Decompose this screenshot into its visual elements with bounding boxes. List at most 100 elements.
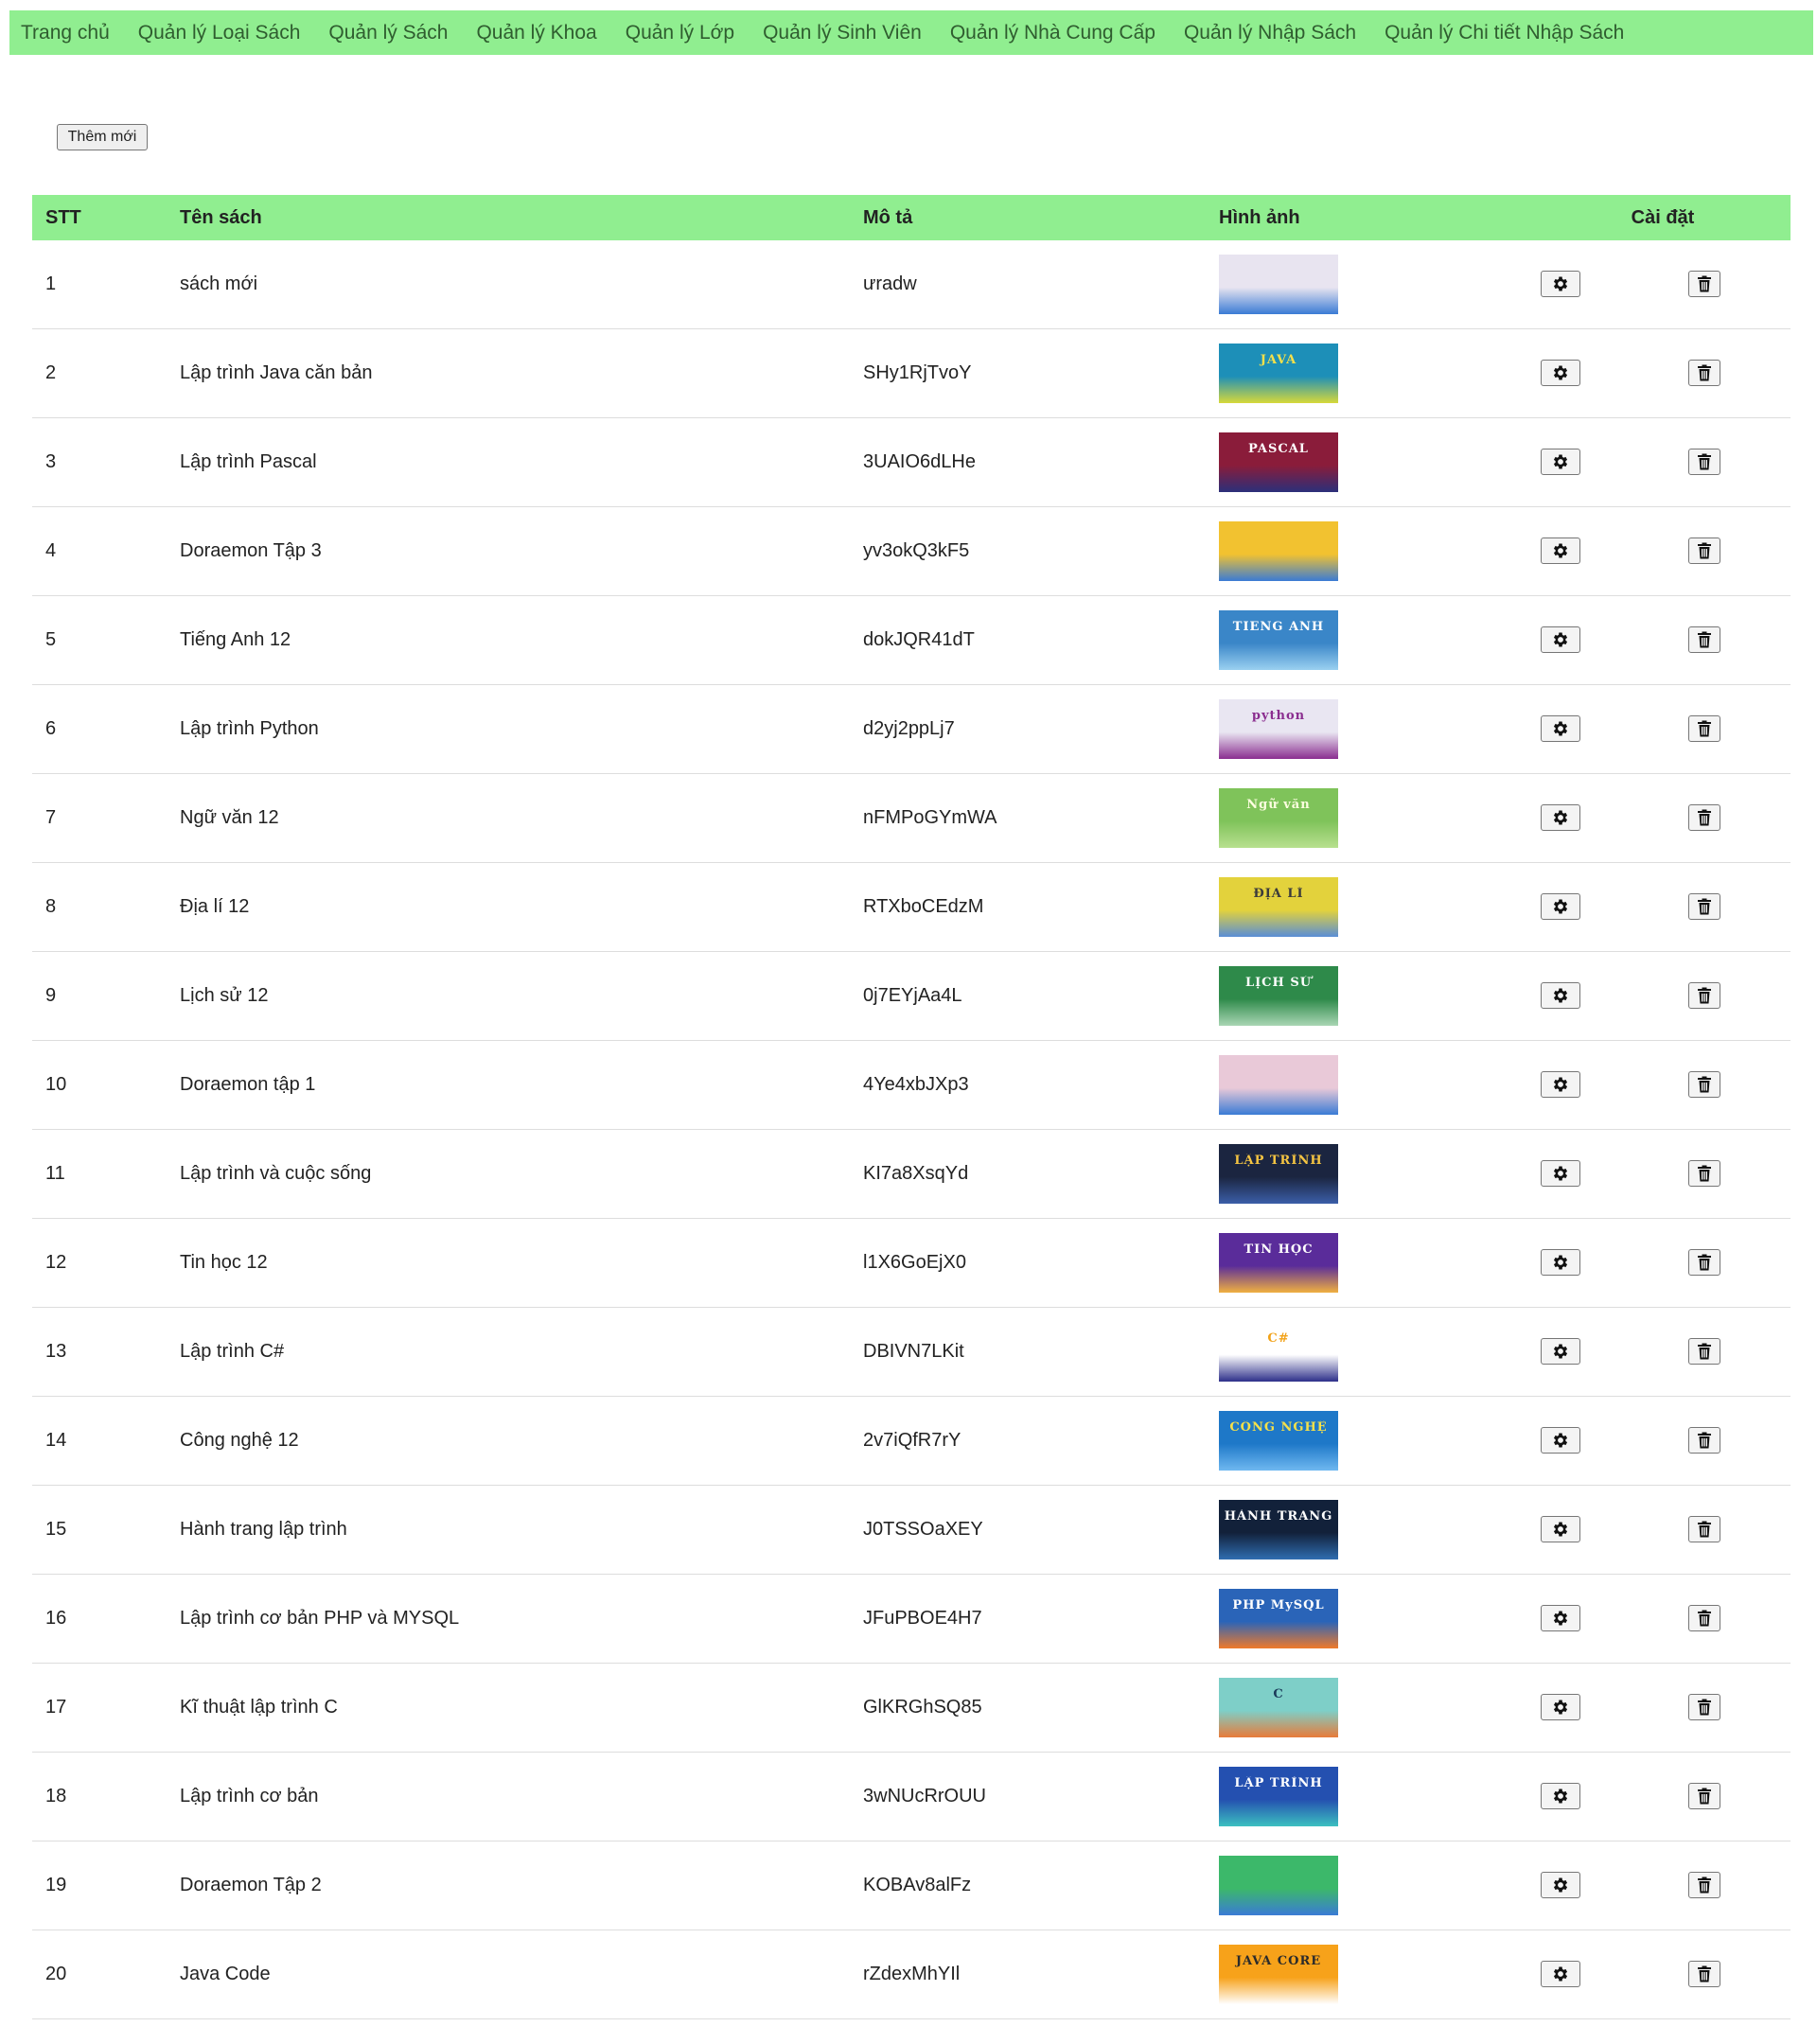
edit-button[interactable] [1541, 1960, 1580, 1987]
book-cover-text: JAVA [1260, 353, 1297, 367]
cell-book-name: Lập trình Python [167, 684, 850, 774]
delete-button[interactable] [1688, 1694, 1720, 1720]
book-cover-image: C# [1219, 1322, 1338, 1382]
cell-book-name: Doraemon Tập 2 [167, 1841, 850, 1930]
nav-item-4[interactable]: Quản lý Lớp [626, 22, 734, 44]
edit-button[interactable] [1541, 892, 1580, 920]
delete-button[interactable] [1688, 804, 1720, 831]
nav-item-5[interactable]: Quản lý Sinh Viên [763, 22, 922, 44]
table-row: 17 Kĩ thuật lập trình C GlKRGhSQ85 C [32, 1663, 1791, 1753]
delete-button[interactable] [1688, 1605, 1720, 1631]
edit-button[interactable] [1541, 1426, 1580, 1454]
edit-button[interactable] [1541, 1871, 1580, 1898]
edit-button[interactable] [1541, 448, 1580, 475]
delete-button[interactable] [1688, 982, 1720, 1009]
cell-edit [1522, 773, 1662, 863]
cell-edit [1522, 1752, 1662, 1841]
cell-edit [1522, 417, 1662, 507]
nav-item-7[interactable]: Quản lý Nhập Sách [1184, 22, 1356, 44]
gear-icon [1551, 630, 1570, 649]
gear-icon [1551, 1520, 1570, 1539]
cell-edit [1522, 1574, 1662, 1664]
cell-stt: 8 [32, 862, 167, 952]
cell-description: d2yj2ppLj7 [850, 684, 1206, 774]
delete-button[interactable] [1688, 1516, 1720, 1542]
edit-button[interactable] [1541, 1337, 1580, 1365]
cell-description: nFMPoGYmWA [850, 773, 1206, 863]
edit-button[interactable] [1541, 1693, 1580, 1720]
delete-button[interactable] [1688, 449, 1720, 475]
delete-button[interactable] [1688, 626, 1720, 653]
cell-delete [1662, 951, 1791, 1041]
delete-button[interactable] [1688, 1961, 1720, 1987]
cell-delete [1662, 1307, 1791, 1397]
cell-delete [1662, 684, 1791, 774]
table-row: 19 Doraemon Tập 2 KOBAv8alFz [32, 1841, 1791, 1930]
edit-button[interactable] [1541, 270, 1580, 297]
table-row: 18 Lập trình cơ bản 3wNUcRrOUU LẬP TRÌNH [32, 1752, 1791, 1841]
cell-delete [1662, 1574, 1791, 1664]
edit-button[interactable] [1541, 1515, 1580, 1542]
nav-item-2[interactable]: Quản lý Sách [328, 22, 448, 44]
delete-button[interactable] [1688, 1872, 1720, 1898]
cell-delete [1662, 1218, 1791, 1308]
nav-item-0[interactable]: Trang chủ [21, 22, 110, 44]
nav-item-3[interactable]: Quản lý Khoa [476, 22, 596, 44]
edit-button[interactable] [1541, 1604, 1580, 1631]
table-row: 12 Tin học 12 l1X6GoEjX0 TIN HỌC [32, 1218, 1791, 1308]
book-cover-image: LẬP TRÌNH [1219, 1767, 1338, 1826]
edit-button[interactable] [1541, 537, 1580, 564]
delete-button[interactable] [1688, 537, 1720, 564]
edit-button[interactable] [1541, 714, 1580, 742]
col-header-description: Mô tả [863, 206, 913, 228]
delete-button[interactable] [1688, 893, 1720, 920]
nav-item-6[interactable]: Quản lý Nhà Cung Cấp [950, 22, 1155, 44]
delete-button[interactable] [1688, 1427, 1720, 1454]
delete-button[interactable] [1688, 360, 1720, 386]
delete-button[interactable] [1688, 1071, 1720, 1098]
delete-button[interactable] [1688, 715, 1720, 742]
edit-button[interactable] [1541, 626, 1580, 653]
edit-button[interactable] [1541, 1782, 1580, 1809]
nav-item-8[interactable]: Quản lý Chi tiết Nhập Sách [1385, 22, 1624, 44]
edit-button[interactable] [1541, 359, 1580, 386]
nav-item-1[interactable]: Quản lý Loại Sách [138, 22, 301, 44]
gear-icon [1551, 1965, 1570, 1983]
book-cover-image [1219, 255, 1338, 314]
delete-button[interactable] [1688, 1783, 1720, 1809]
cell-image: LỊCH SỬ [1206, 951, 1522, 1041]
gear-icon [1551, 363, 1570, 382]
book-cover-text: JAVA CORE [1235, 1954, 1322, 1968]
trash-icon [1697, 275, 1712, 292]
delete-button[interactable] [1688, 1249, 1720, 1276]
cell-edit [1522, 1396, 1662, 1486]
add-new-button[interactable]: Thêm mới [57, 124, 148, 150]
cell-description: GlKRGhSQ85 [850, 1663, 1206, 1753]
trash-icon [1697, 1432, 1712, 1449]
edit-button[interactable] [1541, 1248, 1580, 1276]
cell-book-name: Công nghệ 12 [167, 1396, 850, 1486]
book-cover-text: HÀNH TRANG [1224, 1509, 1333, 1524]
cell-delete [1662, 1485, 1791, 1575]
cell-image: C# [1206, 1307, 1522, 1397]
gear-icon [1551, 1431, 1570, 1450]
edit-button[interactable] [1541, 803, 1580, 831]
edit-button[interactable] [1541, 981, 1580, 1009]
cell-delete [1662, 595, 1791, 685]
delete-button[interactable] [1688, 1160, 1720, 1187]
book-cover-image: PHP MySQL [1219, 1589, 1338, 1648]
delete-button[interactable] [1688, 1338, 1720, 1365]
book-cover-text: Ngữ văn [1246, 798, 1311, 812]
edit-button[interactable] [1541, 1070, 1580, 1098]
cell-book-name: Lập trình và cuộc sống [167, 1129, 850, 1219]
book-cover-text: ĐỊA LÍ [1253, 887, 1304, 901]
cell-stt: 6 [32, 684, 167, 774]
cell-book-name: Tiếng Anh 12 [167, 595, 850, 685]
cell-stt: 12 [32, 1218, 167, 1308]
book-cover-text: C# [1267, 1331, 1290, 1346]
cell-book-name: Lập trình Pascal [167, 417, 850, 507]
book-cover-text: PHP MySQL [1232, 1598, 1325, 1612]
delete-button[interactable] [1688, 271, 1720, 297]
top-navbar: Trang chủ Quản lý Loại Sách Quản lý Sách Qu… [9, 10, 1813, 55]
edit-button[interactable] [1541, 1159, 1580, 1187]
